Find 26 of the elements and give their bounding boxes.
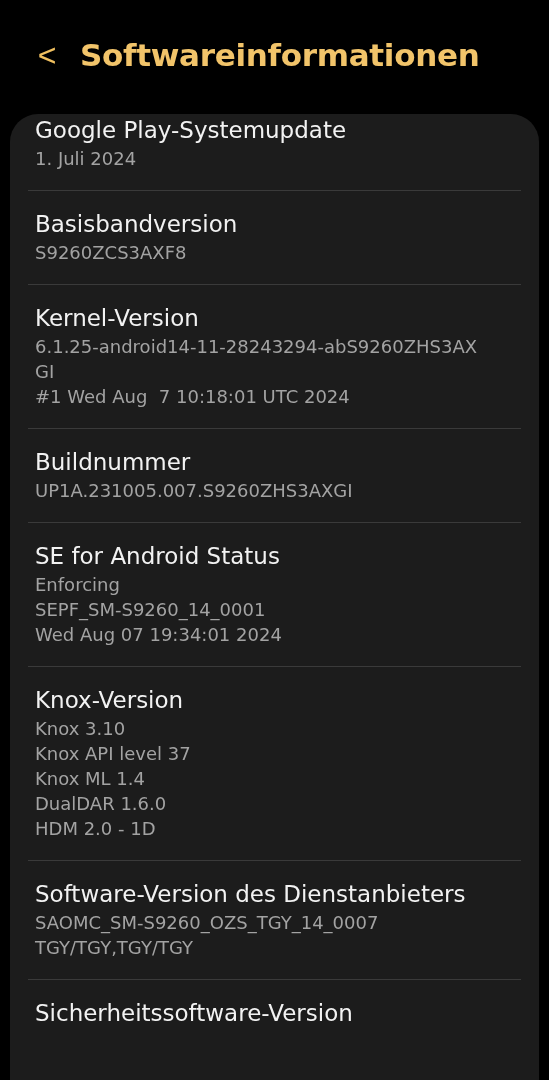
item-title: Kernel-Version xyxy=(35,304,200,333)
page-title: Softwareinformationen xyxy=(80,35,480,75)
item-value: Wed Aug 07 19:34:01 2024 xyxy=(35,623,283,647)
item-title: Google Play-Systemupdate xyxy=(35,116,348,145)
item-value: 1. Juli 2024 xyxy=(35,147,138,171)
item-value: SEPF_SM-S9260_14_0001 xyxy=(35,598,267,622)
item-value: Enforcing xyxy=(35,573,121,597)
item-title: SE for Android Status xyxy=(35,542,281,571)
item-title: Software-Version des Dienstanbieters xyxy=(35,880,467,909)
back-button[interactable]: < xyxy=(36,39,58,71)
item-value: SAOMC_SM-S9260_OZS_TGY_14_0007 xyxy=(35,911,380,935)
item-title: Buildnummer xyxy=(35,448,192,477)
item-value: Knox 3.10 xyxy=(35,717,127,741)
item-value: Knox ML 1.4 xyxy=(35,767,146,791)
item-title: Basisbandversion xyxy=(35,210,239,239)
item-value: 6.1.25-android14-11-28243294-abS9260ZHS3AX xyxy=(35,335,479,359)
item-value: DualDAR 1.6.0 xyxy=(35,792,168,816)
item-value: GI xyxy=(35,360,56,384)
item-value: Knox API level 37 xyxy=(35,742,192,766)
item-title: Sicherheitssoftware-Version xyxy=(35,999,354,1028)
item-value: HDM 2.0 - 1D xyxy=(35,817,157,841)
item-value: UP1A.231005.007.S9260ZHS3AXGI xyxy=(35,479,354,503)
item-title: Knox-Version xyxy=(35,686,185,715)
item-value: TGY/TGY,TGY/TGY xyxy=(35,936,195,960)
item-value: #1 Wed Aug 7 10:18:01 UTC 2024 xyxy=(35,385,351,409)
item-value: S9260ZCS3AXF8 xyxy=(35,241,188,265)
